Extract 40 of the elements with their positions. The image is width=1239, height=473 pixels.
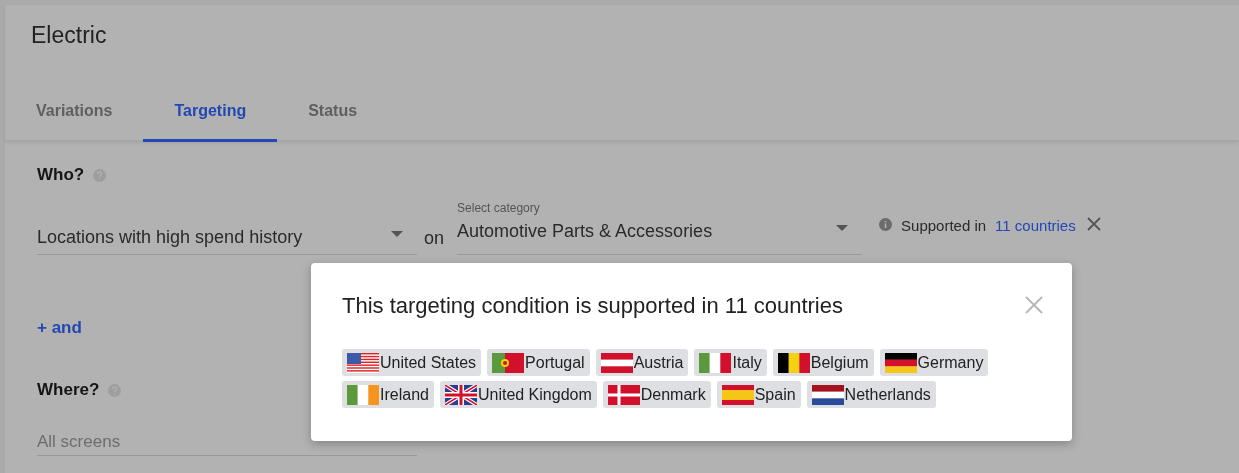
section-heading: Who? xyxy=(37,165,85,185)
country-chip: Italy xyxy=(694,349,767,376)
country-chip: Belgium xyxy=(772,349,874,376)
flag-icon xyxy=(444,385,477,405)
country-chip: Ireland xyxy=(342,381,434,408)
tab[interactable]: Targeting xyxy=(143,94,278,142)
flag-icon xyxy=(347,385,379,405)
country-chip: Spain xyxy=(716,381,801,408)
category-dropdown[interactable]: Select category Automotive Parts & Accessories xyxy=(457,197,863,255)
country-chip: United Kingdom xyxy=(439,381,597,408)
page-title: Electric xyxy=(31,21,108,50)
add-condition-link[interactable]: + and xyxy=(37,318,82,338)
close-icon[interactable] xyxy=(1086,217,1101,231)
connector-text: on xyxy=(424,228,445,250)
caret-icon xyxy=(836,225,849,231)
caret-icon xyxy=(391,231,403,237)
country-chip: United States xyxy=(342,349,482,376)
tab[interactable]: Status xyxy=(277,94,389,142)
tab[interactable]: Variations xyxy=(5,94,144,142)
country-chip: Portugal xyxy=(487,349,590,376)
flag-icon xyxy=(884,353,917,373)
countries-link[interactable]: 11 countries xyxy=(995,217,1076,234)
section-heading: Where? xyxy=(37,380,100,400)
flag-icon xyxy=(721,385,754,405)
country-chip: Austria xyxy=(595,349,689,376)
support-text: Supported in xyxy=(901,217,987,234)
country-chip: Denmark xyxy=(602,381,711,408)
country-chip: Netherlands xyxy=(806,381,936,408)
flag-icon xyxy=(811,385,844,405)
flag-icon xyxy=(600,353,633,373)
dialog-title: This targeting condition is supported in 11 countries xyxy=(342,293,843,319)
flag-icon xyxy=(777,353,810,373)
flag-icon xyxy=(699,353,732,373)
info-icon xyxy=(879,218,893,231)
flag-icon xyxy=(492,353,525,373)
country-chip: Germany xyxy=(879,349,989,376)
flag-icon xyxy=(607,385,640,405)
flag-icon xyxy=(347,353,379,373)
audience-dropdown[interactable]: Locations with high spend history xyxy=(37,217,417,255)
close-icon[interactable] xyxy=(1025,296,1043,314)
